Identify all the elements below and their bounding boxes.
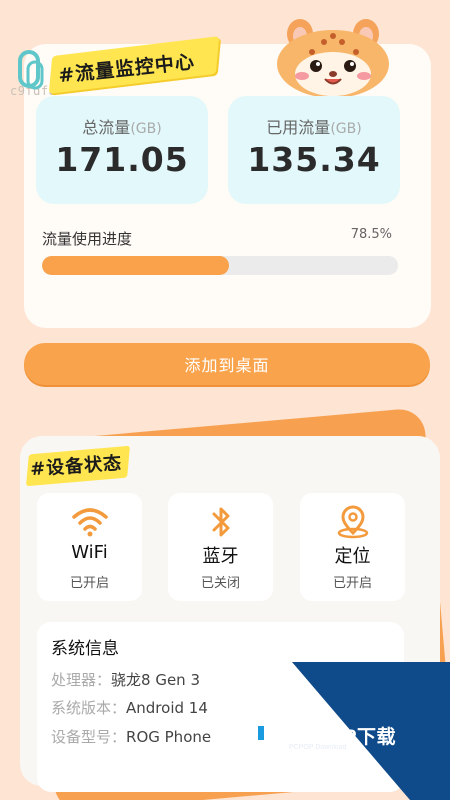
system-info-row: 系统版本：Android 14 xyxy=(51,697,208,718)
location-icon xyxy=(337,505,369,539)
location-state: 已开启 xyxy=(332,576,372,591)
used-traffic-label: 已用流量(GB) xyxy=(228,114,400,138)
total-traffic-box: 总流量(GB) 171.05 xyxy=(36,96,208,204)
wifi-state: 已开启 xyxy=(69,576,109,591)
bluetooth-status-tile[interactable]: 蓝牙 已关闭 xyxy=(168,493,273,601)
system-info-title: 系统信息 xyxy=(51,639,119,659)
progress-label: 流量使用进度 xyxy=(42,230,133,248)
add-to-desktop-button[interactable]: 添加到桌面 xyxy=(24,343,430,385)
os-version-value: Android 14 xyxy=(126,699,208,717)
bluetooth-icon xyxy=(212,507,230,537)
bluetooth-label: 蓝牙 xyxy=(202,546,239,567)
used-traffic-value: 135.34 xyxy=(247,140,381,179)
os-version-key: 系统版本： xyxy=(51,699,127,717)
device-model-value: ROG Phone xyxy=(126,728,212,746)
total-traffic-unit: (GB) xyxy=(130,121,162,137)
wifi-icon xyxy=(72,508,108,537)
traffic-progress-bar xyxy=(42,256,398,275)
processor-key: 处理器： xyxy=(51,671,112,689)
progress-percent: 78.5% xyxy=(350,227,392,242)
total-traffic-value: 171.05 xyxy=(55,140,189,179)
bluetooth-state: 已关闭 xyxy=(200,576,240,591)
device-model-key: 设备型号： xyxy=(51,728,127,746)
pcpop-subtitle: PCPOP Download xyxy=(289,744,347,751)
traffic-progress-fill xyxy=(42,256,229,275)
used-traffic-label-text: 已用流量 xyxy=(266,118,331,137)
used-traffic-box: 已用流量(GB) 135.34 xyxy=(228,96,400,204)
wifi-label: WiFi xyxy=(71,542,108,563)
used-traffic-unit: (GB) xyxy=(330,121,362,137)
system-info-row: 设备型号：ROG Phone xyxy=(51,726,211,747)
wifi-status-tile[interactable]: WiFi 已开启 xyxy=(37,493,142,601)
location-label: 定位 xyxy=(334,546,371,567)
app-logo-icon xyxy=(18,50,44,90)
total-traffic-label: 总流量(GB) xyxy=(36,114,208,138)
total-traffic-label-text: 总流量 xyxy=(82,118,131,137)
processor-value: 骁龙8 Gen 3 xyxy=(111,671,200,689)
hamster-mascot-icon xyxy=(277,19,389,98)
system-info-row: 处理器：骁龙8 Gen 3 xyxy=(51,669,200,690)
system-info-panel: 系统信息 处理器：骁龙8 Gen 3 系统版本：Android 14 设备型号：… xyxy=(37,622,404,792)
location-status-tile[interactable]: 定位 已开启 xyxy=(300,493,405,601)
